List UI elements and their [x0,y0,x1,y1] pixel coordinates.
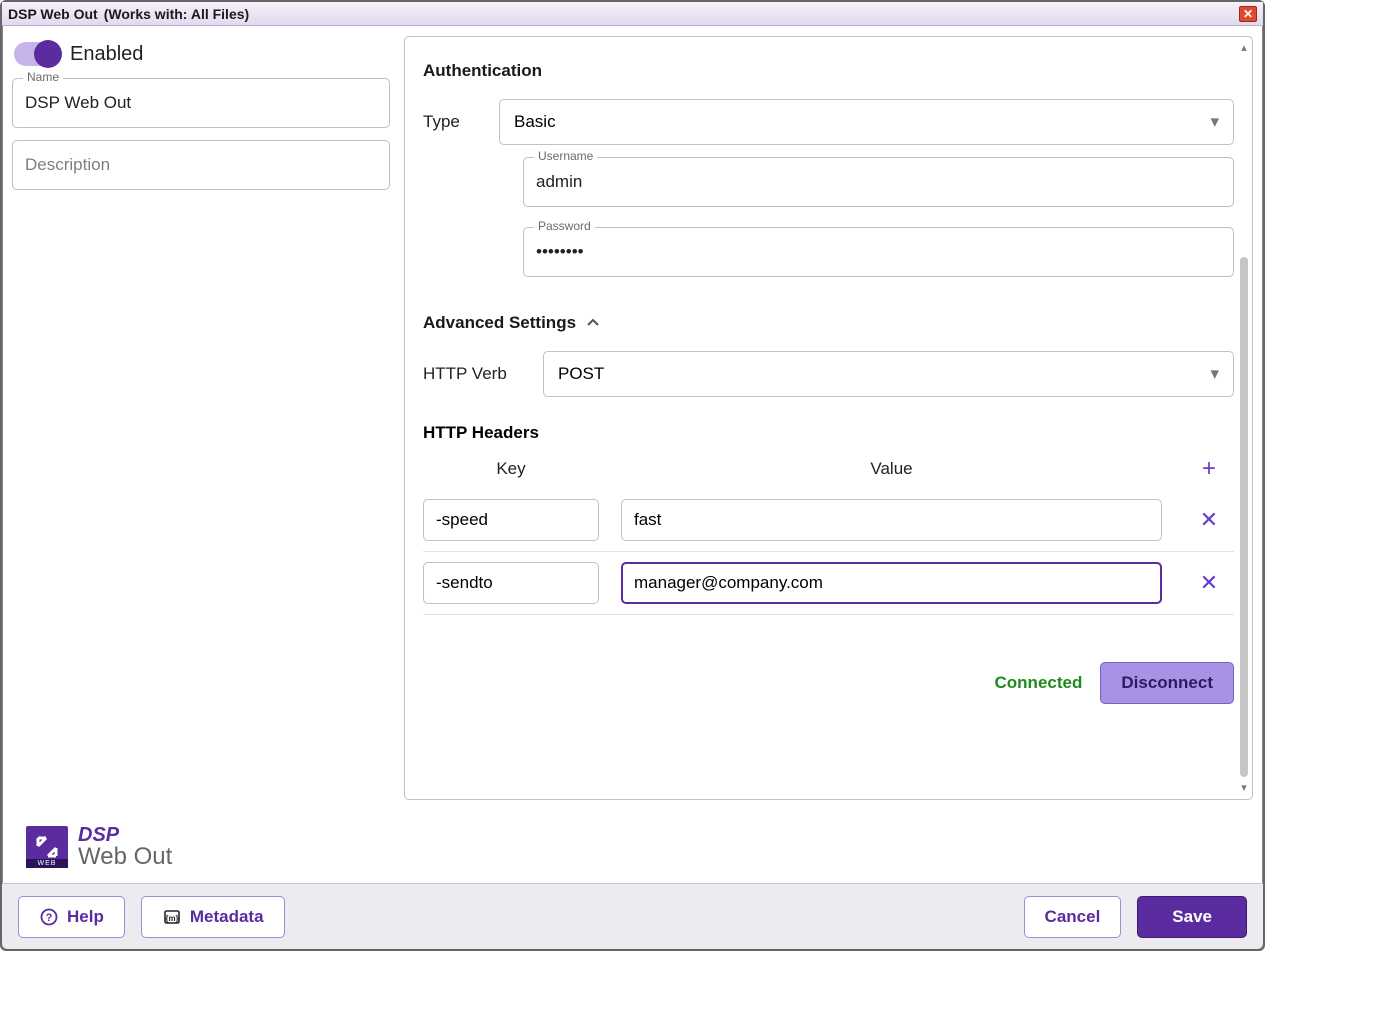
chevron-down-icon: ▾ [1210,112,1219,132]
header-key-input[interactable] [423,499,599,541]
dialog-window: DSP Web Out (Works with: All Files) ✕ En… [0,0,1265,951]
description-input[interactable] [25,155,377,175]
enabled-label: Enabled [70,43,143,66]
password-field[interactable]: Password [523,227,1234,277]
help-button-label: Help [67,907,104,927]
svg-text:?: ? [46,912,53,924]
titlebar: DSP Web Out (Works with: All Files) ✕ [2,2,1263,26]
auth-type-label: Type [423,112,479,132]
scrollbar[interactable]: ▴ ▾ [1239,43,1249,793]
metadata-button-label: Metadata [190,907,264,927]
window-title: DSP Web Out [8,6,98,22]
metadata-button[interactable]: {m} Metadata [141,896,285,938]
plus-icon: + [1202,455,1216,482]
scroll-thumb[interactable] [1240,257,1248,777]
scroll-up-icon: ▴ [1239,43,1249,53]
header-row: ✕ [423,489,1234,551]
brand: WEB DSP Web Out [26,825,172,869]
connection-status: Connected [995,673,1083,693]
headers-value-column: Value [599,459,1184,479]
disconnect-button-label: Disconnect [1121,673,1213,693]
http-verb-label: HTTP Verb [423,364,523,384]
http-verb-value: POST [558,364,604,384]
save-button-label: Save [1172,907,1212,927]
http-headers-table: Key Value + ✕ [423,449,1234,618]
username-field[interactable]: Username [523,157,1234,207]
name-input[interactable] [25,93,377,113]
cancel-button[interactable]: Cancel [1024,896,1122,938]
headers-key-column: Key [423,459,599,479]
header-value-input[interactable] [621,499,1162,541]
disconnect-button[interactable]: Disconnect [1100,662,1234,704]
save-button[interactable]: Save [1137,896,1247,938]
header-row: ✕ [423,551,1234,614]
window-subtitle: (Works with: All Files) [104,6,249,22]
enabled-toggle[interactable] [14,42,60,66]
header-row-empty [423,614,1234,618]
name-label: Name [23,70,63,84]
advanced-settings-toggle[interactable]: Advanced Settings [423,313,1234,333]
close-icon: ✕ [1243,7,1253,21]
close-icon: ✕ [1200,507,1218,532]
header-value-input[interactable] [621,562,1162,604]
help-button[interactable]: ? Help [18,896,125,938]
chevron-up-icon [584,314,602,332]
add-header-button[interactable]: + [1184,455,1234,483]
brand-logo-icon: WEB [26,826,68,868]
brand-line1: DSP [78,825,172,845]
advanced-settings-title: Advanced Settings [423,313,576,333]
http-verb-select[interactable]: POST ▾ [543,351,1234,397]
scroll-down-icon: ▾ [1239,783,1249,793]
brand-line2: Web Out [78,845,172,869]
svg-text:{m}: {m} [165,914,178,923]
header-key-input[interactable] [423,562,599,604]
cancel-button-label: Cancel [1045,907,1101,927]
password-input[interactable] [536,242,1221,262]
authentication-section-title: Authentication [423,61,1234,81]
description-field[interactable] [12,140,390,190]
password-label: Password [534,219,595,233]
username-input[interactable] [536,172,1221,192]
close-button[interactable]: ✕ [1239,6,1257,22]
auth-type-value: Basic [514,112,556,132]
auth-type-select[interactable]: Basic ▾ [499,99,1234,145]
main-panel: Authentication Type Basic ▾ Username Pas… [404,36,1253,800]
chevron-down-icon: ▾ [1210,364,1219,384]
metadata-icon: {m} [162,907,182,927]
delete-header-button[interactable]: ✕ [1184,507,1234,533]
http-headers-title: HTTP Headers [423,423,1234,443]
close-icon: ✕ [1200,570,1218,595]
delete-header-button[interactable]: ✕ [1184,570,1234,596]
bottom-bar: ? Help {m} Metadata Cancel Save [2,883,1263,949]
help-icon: ? [39,907,59,927]
left-column: Enabled Name [12,36,390,883]
name-field[interactable]: Name [12,78,390,128]
username-label: Username [534,149,597,163]
brand-logo-text: WEB [26,859,68,868]
